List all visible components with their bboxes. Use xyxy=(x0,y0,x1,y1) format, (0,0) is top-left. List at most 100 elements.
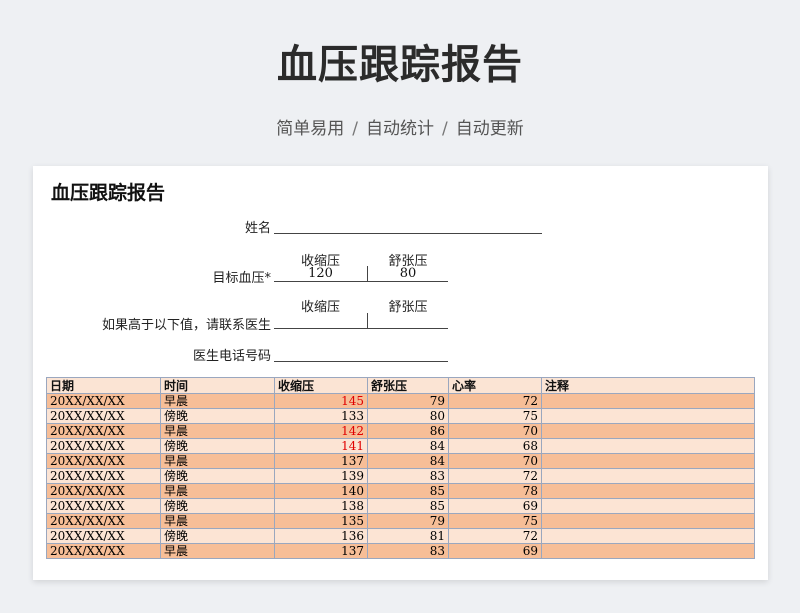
time-cell[interactable]: 傍晚 xyxy=(160,438,275,454)
table-body: 20XX/XX/XX 早晨 145 79 72 20XX/XX/XX 傍晚 133 80 75 20… xyxy=(46,393,755,559)
doctor-phone-field[interactable] xyxy=(274,361,448,362)
systolic-cell[interactable]: 133 xyxy=(274,408,368,424)
target-bp-underline xyxy=(274,281,448,282)
header-note[interactable]: 注释 xyxy=(541,377,755,394)
diastolic-cell[interactable]: 85 xyxy=(367,498,449,514)
table-row: 20XX/XX/XX 早晨 137 84 70 xyxy=(46,453,755,469)
note-cell[interactable] xyxy=(541,468,755,484)
note-cell[interactable] xyxy=(541,393,755,409)
systolic-cell[interactable]: 139 xyxy=(274,468,368,484)
header-diastolic[interactable]: 舒张压 xyxy=(367,377,449,394)
time-cell[interactable]: 早晨 xyxy=(160,543,275,559)
diastolic-cell[interactable]: 81 xyxy=(367,528,449,544)
date-cell[interactable]: 20XX/XX/XX xyxy=(46,483,161,499)
date-cell[interactable]: 20XX/XX/XX xyxy=(46,423,161,439)
table-row: 20XX/XX/XX 傍晚 136 81 72 xyxy=(46,528,755,544)
heart-rate-cell[interactable]: 78 xyxy=(448,483,542,499)
heart-rate-cell[interactable]: 75 xyxy=(448,408,542,424)
diastolic-cell[interactable]: 84 xyxy=(367,453,449,469)
target-bp-label: 目标血压* xyxy=(212,271,271,286)
separator: / xyxy=(442,119,448,139)
table-row: 20XX/XX/XX 傍晚 138 85 69 xyxy=(46,498,755,514)
systolic-cell[interactable]: 138 xyxy=(274,498,368,514)
date-cell[interactable]: 20XX/XX/XX xyxy=(46,453,161,469)
time-cell[interactable]: 早晨 xyxy=(160,483,275,499)
systolic-cell[interactable]: 135 xyxy=(274,513,368,529)
note-cell[interactable] xyxy=(541,543,755,559)
date-cell[interactable]: 20XX/XX/XX xyxy=(46,393,161,409)
name-label: 姓名 xyxy=(244,221,271,236)
note-cell[interactable] xyxy=(541,408,755,424)
note-cell[interactable] xyxy=(541,438,755,454)
date-cell[interactable]: 20XX/XX/XX xyxy=(46,528,161,544)
target-diastolic-value[interactable]: 80 xyxy=(368,266,448,281)
systolic-cell[interactable]: 136 xyxy=(274,528,368,544)
contact-threshold-field[interactable] xyxy=(274,328,448,329)
note-cell[interactable] xyxy=(541,423,755,439)
table-row: 20XX/XX/XX 早晨 142 86 70 xyxy=(46,423,755,439)
systolic-cell[interactable]: 140 xyxy=(274,483,368,499)
date-cell[interactable]: 20XX/XX/XX xyxy=(46,498,161,514)
heart-rate-cell[interactable]: 75 xyxy=(448,513,542,529)
bp-log-table: 日期 时间 收缩压 舒张压 心率 注释 20XX/XX/XX 早晨 145 79 72 2… xyxy=(46,377,755,559)
header-systolic[interactable]: 收缩压 xyxy=(274,377,368,394)
name-field[interactable] xyxy=(274,233,542,234)
table-row: 20XX/XX/XX 早晨 140 85 78 xyxy=(46,483,755,499)
heart-rate-cell[interactable]: 69 xyxy=(448,543,542,559)
table-row: 20XX/XX/XX 傍晚 133 80 75 xyxy=(46,408,755,424)
diastolic-cell[interactable]: 79 xyxy=(367,393,449,409)
date-cell[interactable]: 20XX/XX/XX xyxy=(46,513,161,529)
header-time[interactable]: 时间 xyxy=(160,377,275,394)
diastolic-cell[interactable]: 83 xyxy=(367,543,449,559)
diastolic-cell[interactable]: 79 xyxy=(367,513,449,529)
systolic-cell[interactable]: 141 xyxy=(274,438,368,454)
note-cell[interactable] xyxy=(541,528,755,544)
time-cell[interactable]: 傍晚 xyxy=(160,498,275,514)
target-bp-divider xyxy=(367,266,368,281)
systolic-cell[interactable]: 142 xyxy=(274,423,368,439)
diastolic-cell[interactable]: 84 xyxy=(367,438,449,454)
diastolic-cell[interactable]: 85 xyxy=(367,483,449,499)
time-cell[interactable]: 傍晚 xyxy=(160,408,275,424)
feature-auto-stats: 自动统计 xyxy=(366,119,434,139)
time-cell[interactable]: 早晨 xyxy=(160,453,275,469)
heart-rate-cell[interactable]: 69 xyxy=(448,498,542,514)
date-cell[interactable]: 20XX/XX/XX xyxy=(46,468,161,484)
doctor-phone-label: 医生电话号码 xyxy=(192,349,271,364)
heart-rate-cell[interactable]: 72 xyxy=(448,393,542,409)
time-cell[interactable]: 早晨 xyxy=(160,513,275,529)
diastolic-cell[interactable]: 86 xyxy=(367,423,449,439)
time-cell[interactable]: 早晨 xyxy=(160,393,275,409)
date-cell[interactable]: 20XX/XX/XX xyxy=(46,438,161,454)
time-cell[interactable]: 早晨 xyxy=(160,423,275,439)
header-heart-rate[interactable]: 心率 xyxy=(448,377,542,394)
table-row: 20XX/XX/XX 早晨 145 79 72 xyxy=(46,393,755,409)
systolic-cell[interactable]: 137 xyxy=(274,453,368,469)
time-cell[interactable]: 傍晚 xyxy=(160,468,275,484)
heart-rate-cell[interactable]: 72 xyxy=(448,528,542,544)
heart-rate-cell[interactable]: 70 xyxy=(448,423,542,439)
heart-rate-cell[interactable]: 72 xyxy=(448,468,542,484)
diastolic-cell[interactable]: 80 xyxy=(367,408,449,424)
note-cell[interactable] xyxy=(541,498,755,514)
table-row: 20XX/XX/XX 傍晚 141 84 68 xyxy=(46,438,755,454)
date-cell[interactable]: 20XX/XX/XX xyxy=(46,408,161,424)
heart-rate-cell[interactable]: 68 xyxy=(448,438,542,454)
feature-auto-update: 自动更新 xyxy=(455,119,524,139)
date-cell[interactable]: 20XX/XX/XX xyxy=(46,543,161,559)
note-cell[interactable] xyxy=(541,483,755,499)
target-systolic-value[interactable]: 120 xyxy=(274,266,367,281)
table-row: 20XX/XX/XX 傍晚 139 83 72 xyxy=(46,468,755,484)
header-date[interactable]: 日期 xyxy=(46,377,161,394)
systolic-cell[interactable]: 137 xyxy=(274,543,368,559)
spreadsheet-sheet: 血压跟踪报告 姓名 收缩压 舒张压 目标血压* 120 80 收缩压 舒张压 如… xyxy=(33,166,768,580)
feature-easy: 简单易用 xyxy=(276,119,345,139)
systolic-cell[interactable]: 145 xyxy=(274,393,368,409)
time-cell[interactable]: 傍晚 xyxy=(160,528,275,544)
sheet-title: 血压跟踪报告 xyxy=(51,182,166,204)
diastolic-cell[interactable]: 83 xyxy=(367,468,449,484)
note-cell[interactable] xyxy=(541,453,755,469)
note-cell[interactable] xyxy=(541,513,755,529)
table-row: 20XX/XX/XX 早晨 135 79 75 xyxy=(46,513,755,529)
heart-rate-cell[interactable]: 70 xyxy=(448,453,542,469)
